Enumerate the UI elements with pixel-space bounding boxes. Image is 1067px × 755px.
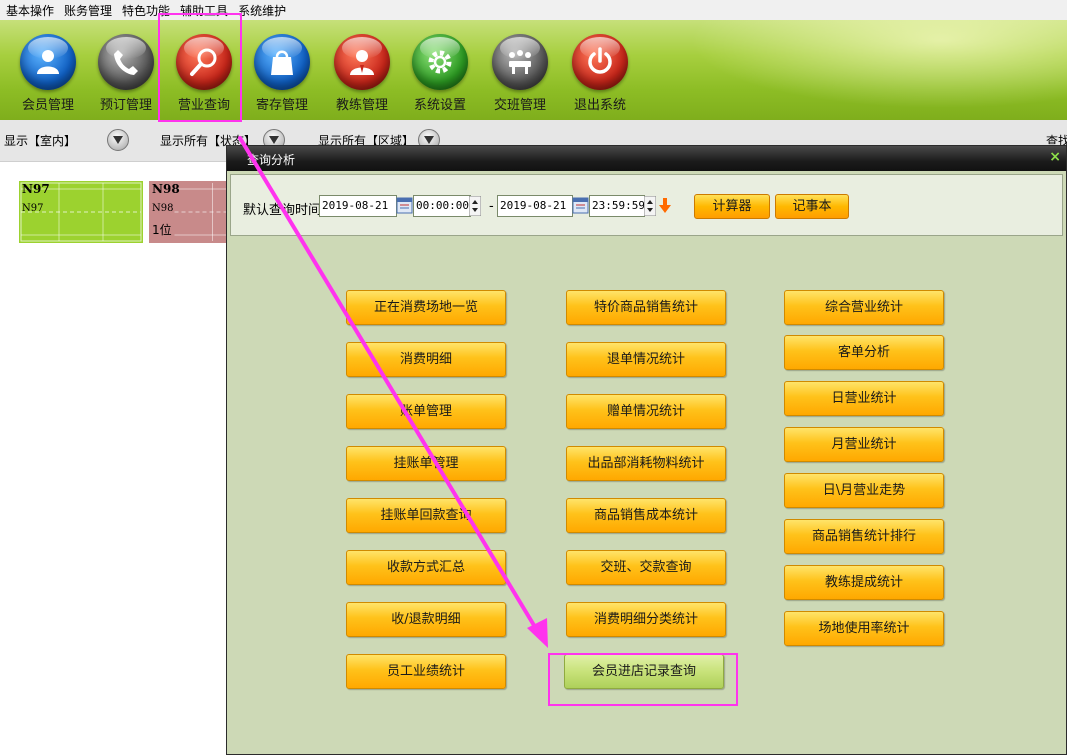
payment-method-summary-button[interactable]: 收款方式汇总 (346, 550, 506, 585)
daily-business-stats-button[interactable]: 日营业统计 (784, 381, 944, 416)
booking-management-label: 预订管理 (99, 98, 152, 113)
shift-payment-query-button[interactable]: 交班、交款查询 (566, 550, 726, 585)
chevron-down-icon (113, 136, 123, 144)
start-date-input[interactable]: 2019-08-21 (319, 195, 397, 217)
gift-stats-button[interactable]: 赠单情况统计 (566, 394, 726, 429)
system-settings-label: 系统设置 (413, 98, 466, 113)
query-time-label: 默认查询时间 (243, 203, 322, 218)
start-time-input[interactable]: 00:00:00 (413, 195, 471, 217)
coach-icon (334, 34, 390, 90)
goods-sales-ranking-button[interactable]: 商品销售统计排行 (784, 519, 944, 554)
customer-order-analysis-button[interactable]: 客单分析 (784, 335, 944, 370)
consumption-category-stats-button[interactable]: 消费明细分类统计 (566, 602, 726, 637)
overall-business-stats-button[interactable]: 综合营业统计 (784, 290, 944, 325)
coach-commission-stats-button[interactable]: 教练提成统计 (784, 565, 944, 600)
menu-accounts[interactable]: 账务管理 (64, 2, 112, 19)
close-icon[interactable]: × (1049, 149, 1061, 165)
end-time-input[interactable]: 23:59:59 (589, 195, 645, 217)
calculator-button[interactable]: 计算器 (694, 194, 770, 219)
court-sub: N97 (22, 203, 44, 214)
receipt-refund-detail-button[interactable]: 收/退款明细 (346, 602, 506, 637)
member-management-label: 会员管理 (21, 98, 74, 113)
credit-repayment-query-button[interactable]: 挂账单回款查询 (346, 498, 506, 533)
court-tile-n97[interactable]: N97 N97 (19, 181, 143, 243)
booking-management-button[interactable]: 预订管理 (82, 30, 162, 116)
gear-icon (412, 34, 468, 90)
staff-performance-button[interactable]: 员工业绩统计 (346, 654, 506, 689)
toolbar-highlight-box (158, 13, 242, 122)
filter-indoor-label: 显示【室内】 (4, 134, 77, 148)
credit-bill-management-button[interactable]: 挂账单管理 (346, 446, 506, 481)
court-utilization-stats-button[interactable]: 场地使用率统计 (784, 611, 944, 646)
active-courts-button[interactable]: 正在消费场地一览 (346, 290, 506, 325)
chevron-down-icon (424, 136, 434, 144)
refund-stats-button[interactable]: 退单情况统计 (566, 342, 726, 377)
storage-management-label: 寄存管理 (255, 98, 308, 113)
query-time-bar: 默认查询时间 2019-08-21 00:00:00 - 2019-08-21 … (230, 174, 1063, 236)
monthly-business-stats-button[interactable]: 月营业统计 (784, 427, 944, 462)
court-tile-n98[interactable]: N98 N98 1位 (149, 181, 250, 243)
member-management-button[interactable]: 会员管理 (4, 30, 84, 116)
bag-icon (254, 34, 310, 90)
phone-icon (98, 34, 154, 90)
user-icon (20, 34, 76, 90)
date-range-dash: - (489, 199, 494, 214)
court-sub: N98 (152, 203, 174, 214)
storage-management-button[interactable]: 寄存管理 (238, 30, 318, 116)
end-time-spinner-icon[interactable] (644, 196, 656, 216)
daily-monthly-trend-button[interactable]: 日\月营业走势 (784, 473, 944, 508)
calendar-icon[interactable] (396, 196, 413, 214)
court-name: N98 (152, 182, 180, 196)
material-consumption-button[interactable]: 出品部消耗物料统计 (566, 446, 726, 481)
start-time-spinner-icon[interactable] (469, 196, 481, 216)
court-panel: N97 N97 N98 N98 1位 (0, 163, 250, 755)
end-date-input[interactable]: 2019-08-21 (497, 195, 573, 217)
menu-basic-ops[interactable]: 基本操作 (6, 2, 54, 19)
coach-management-label: 教练管理 (335, 98, 388, 113)
dialog-title: 查询分析 (247, 153, 296, 167)
calendar-icon[interactable] (572, 196, 589, 214)
coach-management-button[interactable]: 教练管理 (318, 30, 398, 116)
exit-system-label: 退出系统 (573, 98, 626, 113)
bill-management-button[interactable]: 账单管理 (346, 394, 506, 429)
meeting-icon (492, 34, 548, 90)
dialog-title-bar[interactable]: 查询分析 × (227, 146, 1066, 171)
consumption-detail-button[interactable]: 消费明细 (346, 342, 506, 377)
system-settings-button[interactable]: 系统设置 (396, 30, 476, 116)
power-icon (572, 34, 628, 90)
shift-management-label: 交班管理 (493, 98, 546, 113)
notepad-button[interactable]: 记事本 (775, 194, 849, 219)
shift-management-button[interactable]: 交班管理 (476, 30, 556, 116)
special-goods-sales-button[interactable]: 特价商品销售统计 (566, 290, 726, 325)
goods-cost-stats-button[interactable]: 商品销售成本统计 (566, 498, 726, 533)
court-extra: 1位 (152, 223, 172, 237)
arrow-down-icon[interactable] (659, 198, 671, 214)
menu-system-maintenance[interactable]: 系统维护 (238, 2, 286, 19)
exit-system-button[interactable]: 退出系统 (556, 30, 636, 116)
chevron-down-icon (269, 136, 279, 144)
filter-indoor-dropdown[interactable] (107, 129, 129, 151)
target-highlight-box (548, 653, 738, 706)
court-name: N97 (22, 182, 50, 196)
